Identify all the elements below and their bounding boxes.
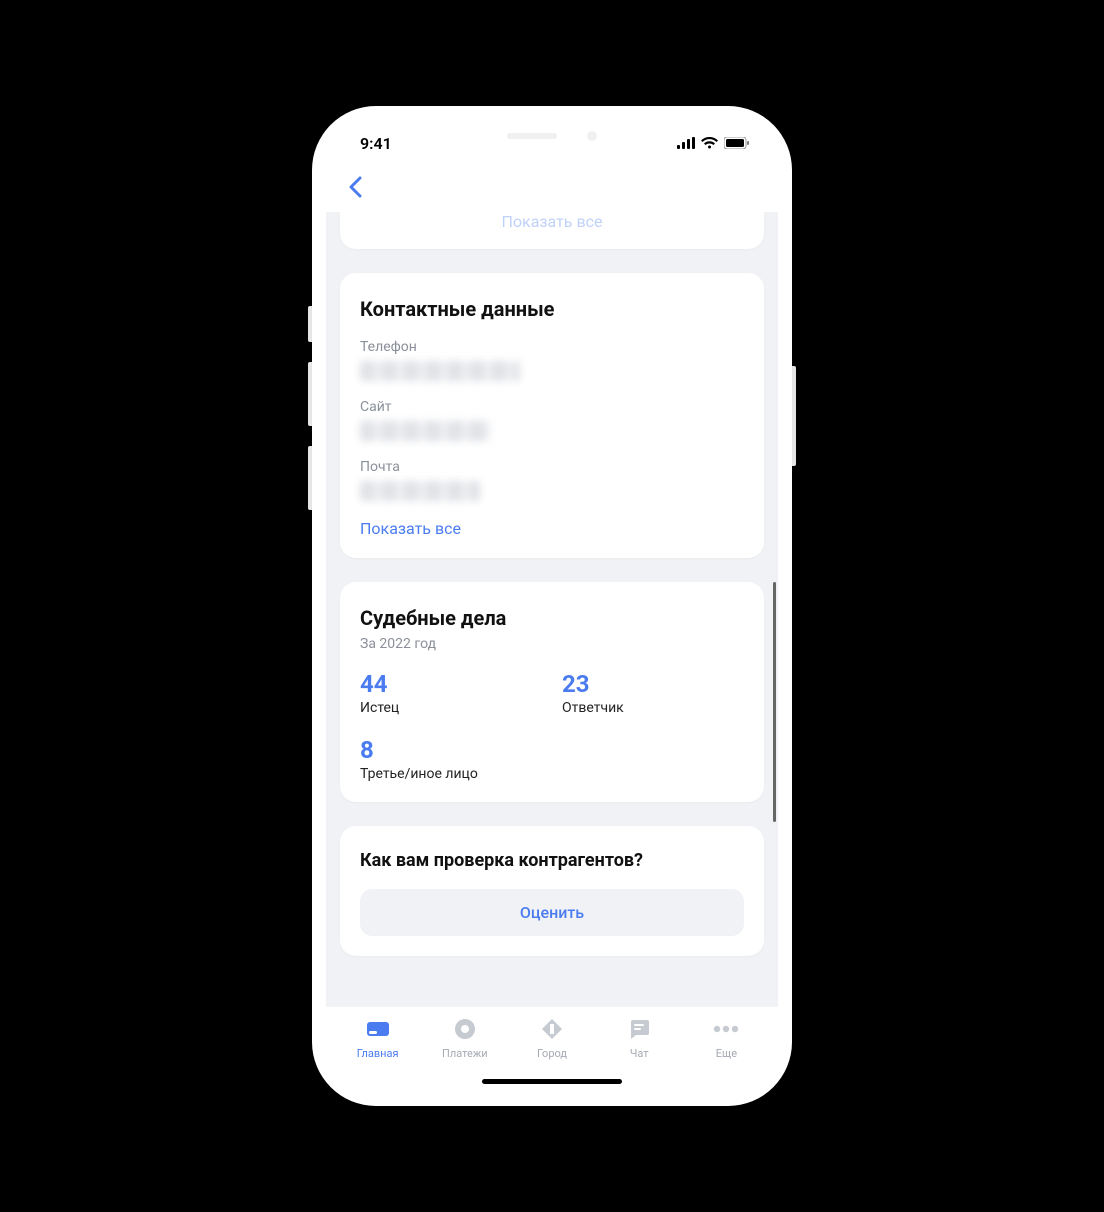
stat-defendant: 23 Ответчик [562,670,744,716]
rate-button[interactable]: Оценить [360,889,744,936]
contact-phone-label: Телефон [360,339,744,355]
tab-more[interactable]: Еще [683,1015,770,1092]
show-all-link-top[interactable]: Показать все [502,212,603,231]
contact-phone-value-blurred [360,361,520,381]
nav-bar [326,166,778,212]
tab-city-label: Город [537,1047,567,1060]
contact-site-field: Сайт [360,399,744,441]
feedback-title: Как вам проверка контрагентов? [360,850,744,871]
chat-icon [625,1015,653,1043]
tab-chat-label: Чат [630,1047,649,1060]
stat-defendant-value: 23 [562,670,744,698]
cases-card: Судебные дела За 2022 год 44 Истец 23 От… [340,582,764,802]
stat-third-value: 8 [360,736,542,764]
stat-plaintiff-value: 44 [360,670,542,698]
battery-icon [724,137,750,149]
scrollbar[interactable] [773,582,776,822]
signal-icon [677,137,695,149]
contact-card: Контактные данные Телефон Сайт Почта Пок… [340,273,764,558]
phone-notch [467,120,637,152]
feedback-card: Как вам проверка контрагентов? Оценить [340,826,764,956]
status-time: 9:41 [360,134,392,153]
contact-phone-field: Телефон [360,339,744,381]
scroll-content[interactable]: Показать все Контактные данные Телефон С… [326,212,778,1006]
stat-plaintiff: 44 Истец [360,670,542,716]
phone-frame: 9:41 Показать все [312,106,792,1106]
contact-email-value-blurred [360,481,480,501]
tab-payments-label: Платежи [442,1047,488,1060]
chevron-left-icon [348,176,362,198]
contact-title: Контактные данные [360,297,744,321]
stat-third-label: Третье/иное лицо [360,766,542,782]
tab-home[interactable]: Главная [334,1015,421,1092]
contact-show-all-link[interactable]: Показать все [360,519,744,538]
cases-title: Судебные дела [360,606,744,630]
contact-site-value-blurred [360,421,490,441]
contact-site-label: Сайт [360,399,744,415]
home-icon [364,1015,392,1043]
cases-subtitle: За 2022 год [360,636,744,652]
tab-home-label: Главная [357,1047,399,1060]
payments-icon [451,1015,479,1043]
city-icon [538,1015,566,1043]
tab-more-label: Еще [716,1047,737,1060]
stat-plaintiff-label: Истец [360,700,542,716]
screen: 9:41 Показать все [326,120,778,1092]
contact-email-field: Почта [360,459,744,501]
back-button[interactable] [340,172,370,202]
stat-defendant-label: Ответчик [562,700,744,716]
home-indicator[interactable] [482,1079,622,1084]
stat-third: 8 Третье/иное лицо [360,736,542,782]
phone-side-button-right [792,366,796,466]
contact-email-label: Почта [360,459,744,475]
phone-side-buttons-left [308,306,312,530]
more-icon [712,1015,740,1043]
wifi-icon [701,137,718,149]
card-above-partial: Показать все [340,212,764,249]
